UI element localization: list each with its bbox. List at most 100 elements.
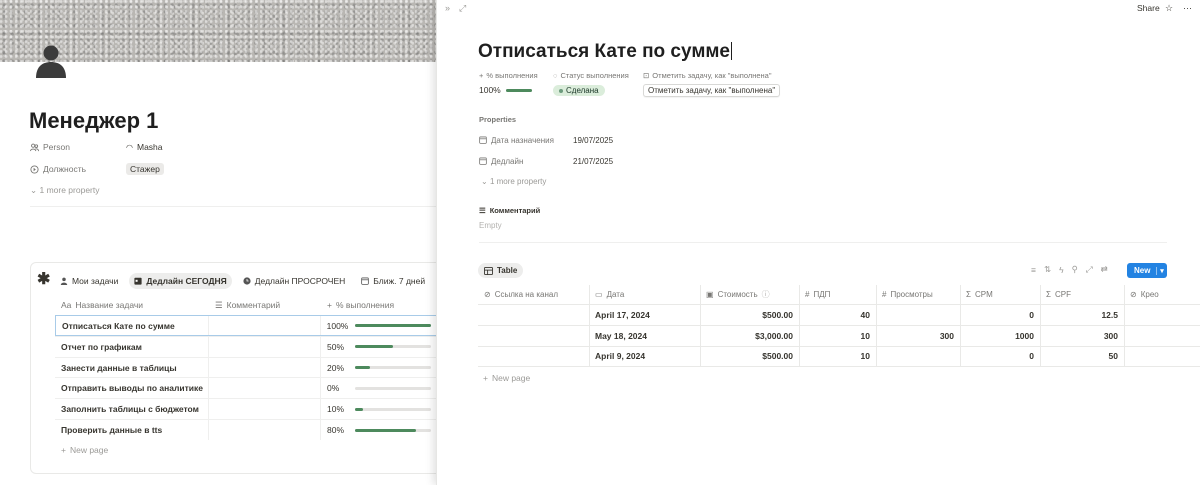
more-options-icon[interactable]: ···: [1183, 3, 1192, 13]
table-cell-pdp[interactable]: 10: [799, 326, 876, 346]
table-row[interactable]: Занести данные в таблицы 20%: [55, 356, 440, 378]
settings-icon[interactable]: ⇄: [1101, 264, 1108, 275]
table-cell-cpm[interactable]: 0: [960, 305, 1040, 325]
task-name[interactable]: Заполнить таблицы с бюджетом: [55, 399, 209, 420]
divider: [479, 242, 1167, 243]
table-cell-date[interactable]: April 9, 2024: [589, 346, 700, 366]
table-cell-kreo[interactable]: [1124, 305, 1200, 325]
table-row[interactable]: Отписаться Кате по сумме 100%: [55, 315, 440, 336]
property-header-mark-done[interactable]: ⊡ Отметить задачу, как "выполнена": [643, 71, 772, 80]
view-tab-table[interactable]: Table: [478, 263, 524, 278]
task-progress[interactable]: 100%: [321, 321, 440, 331]
task-comment[interactable]: [209, 420, 321, 440]
table-cell-cpm[interactable]: 0: [960, 346, 1040, 366]
view-tab-deadline-overdue[interactable]: Дедлайн ПРОСРОЧЕН: [238, 273, 350, 289]
search-icon[interactable]: ⚲: [1072, 264, 1078, 275]
automation-icon[interactable]: ϟ: [1059, 265, 1064, 275]
avatar-icon[interactable]: [33, 42, 69, 78]
sort-icon[interactable]: ⇅: [1044, 264, 1051, 275]
property-deadline[interactable]: Дедлайн 21/07/2025: [479, 154, 613, 168]
task-comment[interactable]: [209, 316, 321, 335]
table-cell-link[interactable]: [478, 326, 589, 346]
task-progress[interactable]: 50%: [321, 342, 440, 352]
star-icon[interactable]: ☆: [1165, 3, 1173, 14]
property-person[interactable]: Person ◠ Masha: [30, 140, 163, 154]
more-property-toggle[interactable]: ⌄ 1 more property: [30, 185, 99, 196]
column-header[interactable]: ⊘ Ссылка на канал: [478, 285, 589, 304]
column-header-comment[interactable]: ☰ Комментарий: [209, 300, 321, 311]
table-cell-pdp[interactable]: 40: [799, 305, 876, 325]
progress-value-text: 10%: [327, 404, 345, 415]
close-peek-icon[interactable]: »: [445, 3, 450, 13]
view-tab-next-7-days[interactable]: Ближ. 7 дней: [356, 273, 430, 289]
view-tab-deadline-today[interactable]: Дедлайн СЕГОДНЯ: [129, 273, 232, 289]
task-progress[interactable]: 80%: [321, 425, 440, 435]
table-cell-kreo[interactable]: [1124, 346, 1200, 366]
task-comment[interactable]: [209, 357, 321, 378]
table-cell-cost[interactable]: $500.00: [700, 305, 799, 325]
task-name[interactable]: Отписаться Кате по сумме: [56, 316, 210, 335]
table-cell-cpf[interactable]: 50: [1040, 346, 1124, 366]
table-cell-kreo[interactable]: [1124, 326, 1200, 346]
task-progress[interactable]: 20%: [321, 363, 440, 373]
column-header[interactable]: ▭ Дата: [589, 285, 700, 304]
task-name[interactable]: Отчет по графикам: [55, 336, 209, 357]
column-header[interactable]: Σ CPM: [960, 285, 1040, 304]
table-cell-date[interactable]: May 18, 2024: [589, 326, 700, 346]
property-assigned-date[interactable]: Дата назначения 19/07/2025: [479, 133, 613, 147]
table-cell-cost[interactable]: $500.00: [700, 346, 799, 366]
table-row[interactable]: Отчет по графикам 50%: [55, 335, 440, 357]
property-position[interactable]: Должность Стажер: [30, 162, 164, 176]
view-tab-my-tasks[interactable]: Мои задачи: [55, 273, 123, 289]
table-cell-views[interactable]: [876, 305, 960, 325]
share-button[interactable]: Share: [1137, 3, 1160, 13]
table-cell-cpf[interactable]: 12.5: [1040, 305, 1124, 325]
column-header[interactable]: # Просмотры: [876, 285, 960, 304]
task-name[interactable]: Занести данные в таблицы: [55, 357, 209, 378]
table-cell-cpf[interactable]: 300: [1040, 326, 1124, 346]
table-row[interactable]: Отправить выводы по аналитике 0%: [55, 377, 440, 399]
more-property-toggle[interactable]: ⌄ 1 more property: [481, 177, 546, 186]
column-header-progress[interactable]: +% выполнения: [321, 300, 440, 310]
task-title[interactable]: Отписаться Кате по сумме: [478, 41, 732, 63]
status-value[interactable]: Сделана: [553, 85, 605, 96]
column-header[interactable]: Σ CPF: [1040, 285, 1124, 304]
table-cell-views[interactable]: [876, 346, 960, 366]
progress-value[interactable]: 100%: [479, 85, 532, 95]
task-comment[interactable]: [209, 399, 321, 420]
table-cell-views[interactable]: 300: [876, 326, 960, 346]
progress-bar: [355, 345, 431, 349]
task-progress[interactable]: 10%: [321, 404, 440, 414]
new-page-button[interactable]: + New page: [483, 373, 530, 383]
task-progress[interactable]: 0%: [321, 383, 440, 393]
property-header-progress[interactable]: +% выполнения: [479, 71, 538, 80]
column-header[interactable]: # ПДП: [799, 285, 876, 304]
expand-icon[interactable]: ⤢: [459, 3, 466, 14]
mark-done-button[interactable]: Отметить задачу, как "выполнена": [643, 84, 781, 97]
chevron-down-icon[interactable]: ▾: [1156, 266, 1167, 275]
task-comment[interactable]: [209, 336, 321, 357]
comment-input[interactable]: Empty: [479, 221, 502, 230]
peek-topbar: » ⤢ Share ☆ ···: [437, 0, 1200, 18]
task-name[interactable]: Отправить выводы по аналитике: [55, 378, 209, 399]
tasks-database: ✱ Мои задачи Дедлайн СЕГОДНЯ Дедлайн ПРО…: [30, 262, 440, 474]
filter-icon[interactable]: ≡: [1031, 265, 1036, 275]
table-cell-link[interactable]: [478, 305, 589, 325]
table-cell-cost[interactable]: $3,000.00: [700, 326, 799, 346]
task-comment[interactable]: [209, 378, 321, 399]
task-name[interactable]: Проверить данные в tts: [55, 420, 209, 440]
table-cell-pdp[interactable]: 10: [799, 346, 876, 366]
new-page-button[interactable]: + New page: [61, 445, 108, 455]
page-title[interactable]: Менеджер 1: [29, 108, 158, 134]
column-header[interactable]: ⊘ Крео: [1124, 285, 1200, 304]
column-header-name[interactable]: Aa Название задачи: [55, 300, 209, 310]
table-row[interactable]: Заполнить таблицы с бюджетом 10%: [55, 398, 440, 420]
table-cell-date[interactable]: April 17, 2024: [589, 305, 700, 325]
new-row-button[interactable]: New ▾: [1127, 263, 1167, 278]
table-row[interactable]: Проверить данные в tts 80%: [55, 419, 440, 440]
table-cell-link[interactable]: [478, 346, 589, 366]
column-header[interactable]: ▣ Стоимость ⓘ: [700, 285, 799, 304]
property-header-status[interactable]: ◌ Статус выполнения: [553, 71, 629, 80]
expand-icon[interactable]: ⤢: [1086, 264, 1093, 275]
table-cell-cpm[interactable]: 1000: [960, 326, 1040, 346]
